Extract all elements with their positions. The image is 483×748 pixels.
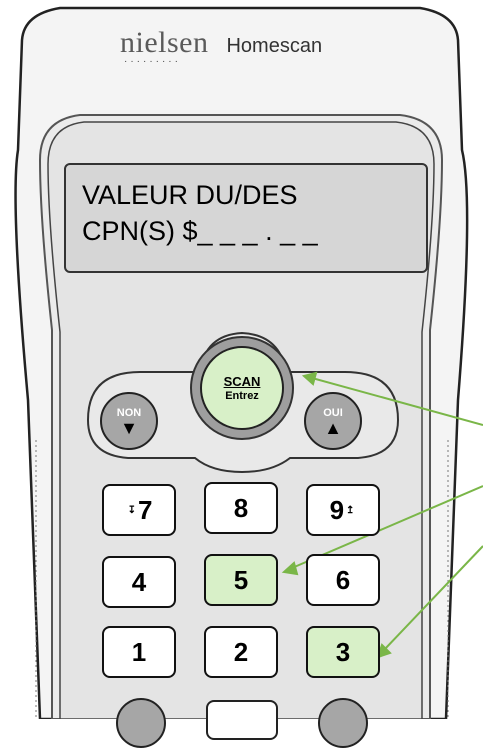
key-2[interactable]: 2 xyxy=(204,626,278,678)
key-4-digit: 4 xyxy=(131,566,147,597)
key-9-digit: 9 xyxy=(329,494,345,525)
key-3[interactable]: 3 xyxy=(306,626,380,678)
scroll-down-icon: ↧ xyxy=(127,504,136,516)
bottom-left-button[interactable] xyxy=(116,698,166,748)
key-9[interactable]: 9 ↥ xyxy=(306,484,380,536)
key-5-digit: 5 xyxy=(233,564,249,595)
key-4[interactable]: 4 xyxy=(102,556,176,608)
key-1-digit: 1 xyxy=(131,636,147,667)
key-3-digit: 3 xyxy=(335,636,351,667)
bottom-right-button[interactable] xyxy=(318,698,368,748)
key-5[interactable]: 5 xyxy=(204,554,278,606)
key-7-digit: 7 xyxy=(137,494,153,525)
brand-dots: ········· xyxy=(124,56,181,67)
display-line-1: VALEUR DU/DES xyxy=(82,180,298,210)
brand-name: nielsen xyxy=(120,26,209,59)
key-8-digit: 8 xyxy=(233,492,249,523)
non-button[interactable]: NON ▼ xyxy=(100,392,158,450)
scan-sublabel: Entrez xyxy=(225,390,259,402)
scan-button-face[interactable]: SCAN Entrez xyxy=(200,346,284,430)
display-line-2: CPN(S) $_ _ _ . _ _ xyxy=(82,216,318,246)
product-name: Homescan xyxy=(226,35,323,57)
up-arrow-icon: ▲ xyxy=(324,418,342,438)
key-1[interactable]: 1 xyxy=(102,626,176,678)
key-2-digit: 2 xyxy=(233,636,249,667)
key-6-digit: 6 xyxy=(335,564,351,595)
key-7[interactable]: ↧ 7 xyxy=(102,484,176,536)
key-0[interactable] xyxy=(206,700,278,740)
scan-button[interactable]: SCAN Entrez xyxy=(190,336,294,440)
scroll-up-icon: ↥ xyxy=(346,504,355,516)
lcd-display: VALEUR DU/DES CPN(S) $_ _ _ . _ _ xyxy=(64,163,428,273)
down-arrow-icon: ▼ xyxy=(120,418,138,438)
brand-logo: nielsen Homescan xyxy=(120,26,322,60)
oui-button[interactable]: OUI ▲ xyxy=(304,392,362,450)
key-6[interactable]: 6 xyxy=(306,554,380,606)
key-8[interactable]: 8 xyxy=(204,482,278,534)
scan-label: SCAN xyxy=(223,374,261,389)
